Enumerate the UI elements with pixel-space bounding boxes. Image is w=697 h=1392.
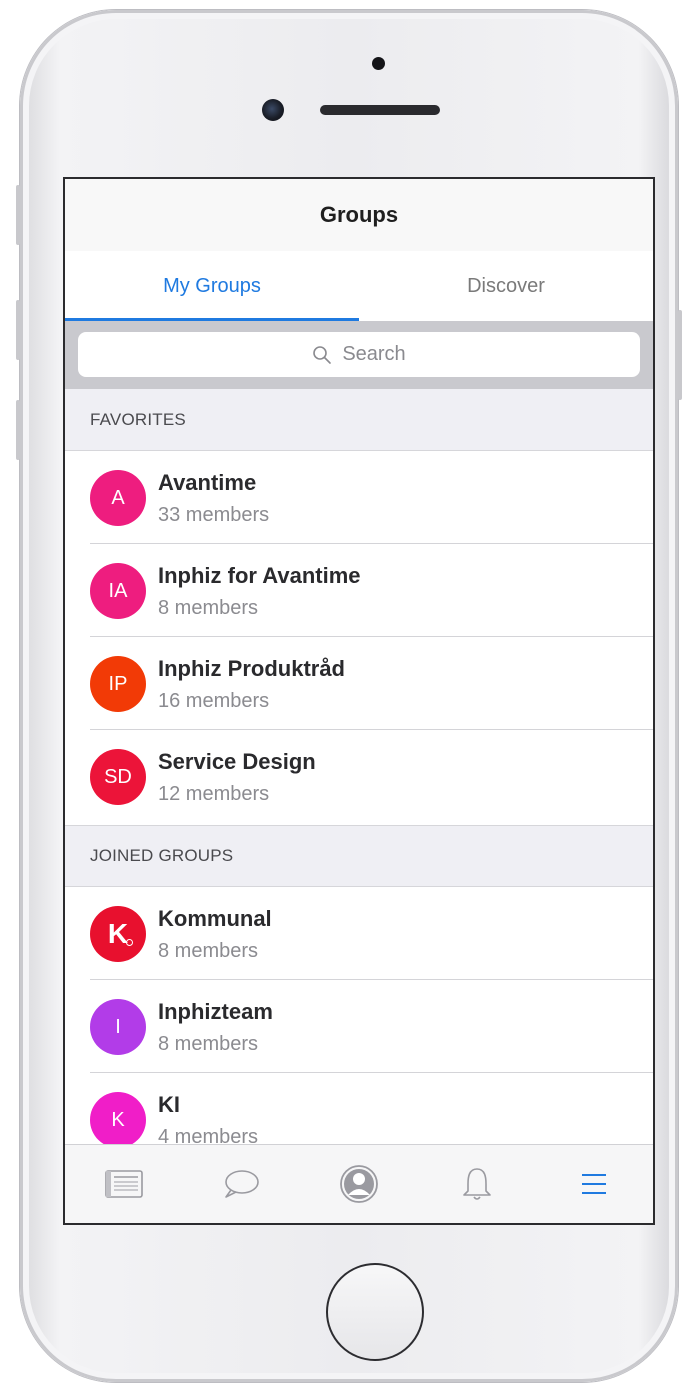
group-avatar: A xyxy=(90,470,146,526)
group-name: Inphiz Produktråd xyxy=(158,656,345,681)
section-header-joined-groups: JOINED GROUPS xyxy=(65,825,653,887)
bell-icon xyxy=(462,1168,491,1200)
volume-up-button xyxy=(16,300,20,360)
group-row[interactable]: I Inphizteam 8 members xyxy=(65,980,653,1073)
group-avatar: K xyxy=(90,1092,146,1148)
group-member-count: 8 members xyxy=(158,940,259,962)
nav-bar: Groups xyxy=(65,179,653,252)
group-member-count: 8 members xyxy=(158,1033,259,1055)
tab-menu[interactable] xyxy=(535,1145,653,1223)
front-camera xyxy=(262,99,284,121)
group-member-count: 12 members xyxy=(158,783,270,805)
kommunal-logo-icon: K xyxy=(90,906,146,962)
group-member-count: 8 members xyxy=(158,597,259,619)
group-row[interactable]: A Avantime 33 members xyxy=(65,451,653,544)
home-button[interactable] xyxy=(326,1263,424,1361)
volume-down-button xyxy=(16,400,20,460)
search-icon xyxy=(313,345,332,364)
section-header-favorites: FAVORITES xyxy=(65,389,653,451)
page-title: Groups xyxy=(319,202,399,227)
app-screen: Groups My Groups Discover Search FAVORIT… xyxy=(63,177,655,1225)
mute-switch xyxy=(16,185,20,245)
group-avatar-letter: K xyxy=(107,918,129,949)
group-member-count: 33 members xyxy=(158,504,270,526)
power-button xyxy=(678,310,682,400)
search-input[interactable]: Search xyxy=(78,332,640,377)
group-name: Avantime xyxy=(158,470,257,495)
proximity-sensor xyxy=(372,57,385,70)
group-row[interactable]: IP Inphiz Produktråd 16 members xyxy=(65,637,653,730)
group-name: Kommunal xyxy=(158,906,272,931)
search-bar: Search xyxy=(65,321,653,389)
earpiece-speaker xyxy=(320,105,440,115)
chat-bubble-icon xyxy=(225,1170,260,1198)
search-placeholder: Search xyxy=(342,343,406,365)
group-row[interactable]: IA Inphiz for Avantime 8 members xyxy=(65,544,653,637)
news-feed-icon xyxy=(104,1170,143,1198)
profile-icon xyxy=(340,1165,378,1203)
segmented-tabs: My Groups Discover xyxy=(65,251,653,321)
tab-news-feed[interactable] xyxy=(65,1145,183,1223)
group-name: Service Design xyxy=(158,749,316,774)
group-row[interactable]: K Kommunal 8 members xyxy=(65,887,653,980)
group-member-count: 16 members xyxy=(158,690,270,712)
tab-notifications[interactable] xyxy=(418,1145,536,1223)
tab-my-groups[interactable]: My Groups xyxy=(65,251,359,321)
group-name: KI xyxy=(158,1092,180,1117)
bottom-tab-bar xyxy=(65,1144,653,1223)
group-avatar: I xyxy=(90,999,146,1055)
group-avatar: IP xyxy=(90,656,146,712)
tab-profile[interactable] xyxy=(300,1145,418,1223)
group-name: Inphiz for Avantime xyxy=(158,563,361,588)
menu-icon xyxy=(582,1174,607,1194)
group-avatar: SD xyxy=(90,749,146,805)
group-avatar: IA xyxy=(90,563,146,619)
tab-discover[interactable]: Discover xyxy=(359,251,653,321)
tab-chat[interactable] xyxy=(183,1145,301,1223)
logo-dot xyxy=(126,939,133,946)
group-name: Inphizteam xyxy=(158,999,273,1024)
group-row[interactable]: SD Service Design 12 members xyxy=(65,730,653,823)
